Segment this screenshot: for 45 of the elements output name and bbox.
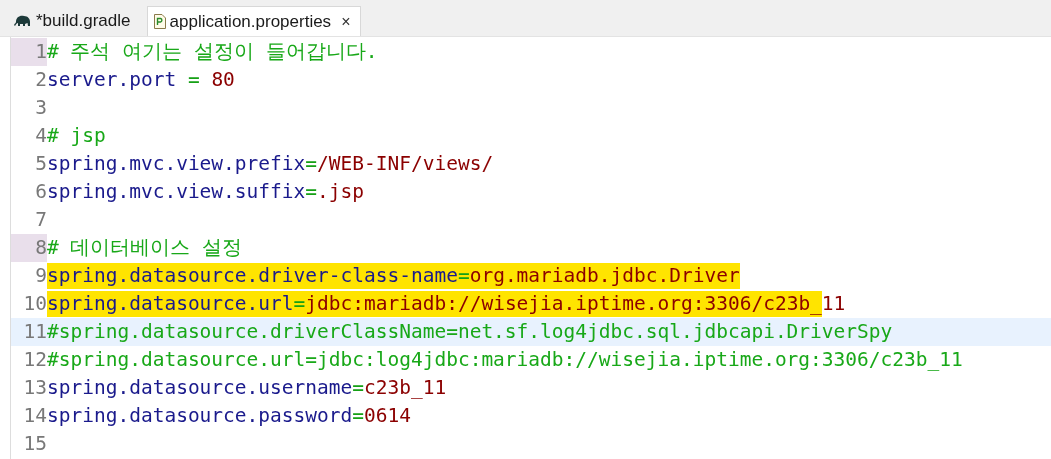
code-text: 0614 xyxy=(364,403,411,429)
code-text: # jsp xyxy=(47,123,106,149)
line-number: 5 xyxy=(34,151,47,177)
code-text: /WEB-INF/views/ xyxy=(317,151,494,177)
elephant-icon xyxy=(14,14,32,28)
code-text: spring.datasource.driver-class-name xyxy=(47,263,458,289)
code-text: spring.datasource.username xyxy=(47,375,353,401)
code-text: = xyxy=(305,151,318,177)
line-number: 12 xyxy=(22,347,47,373)
code-text: 11 xyxy=(821,291,846,317)
code-text: c23b_11 xyxy=(364,375,447,401)
line-number: 2 xyxy=(34,67,47,93)
line-number: 13 xyxy=(22,375,47,401)
line-number: 8 xyxy=(11,234,47,262)
file-icon xyxy=(153,14,166,29)
code-text: spring.mvc.view.prefix xyxy=(47,151,306,177)
code-text: jdbc:mariadb://wisejia.iptime.org:3306/c23b_ xyxy=(305,291,822,317)
code-text: = xyxy=(186,67,201,93)
code-text: .jsp xyxy=(317,179,364,205)
line-number: 14 xyxy=(22,403,47,429)
line-number: 4 xyxy=(34,123,47,149)
line-number: 3 xyxy=(34,95,47,121)
line-number: 11 xyxy=(22,319,47,345)
editor-tab[interactable]: application.properties × xyxy=(146,6,362,36)
line-number: 7 xyxy=(34,207,47,233)
close-button[interactable]: × xyxy=(341,12,351,31)
code-text: spring.datasource.password xyxy=(47,403,353,429)
line-number: 10 xyxy=(22,291,47,317)
code-text: #spring.datasource.url=jdbc:log4jdbc:mariadb://wisejia.iptime.org:3306/c23b_11 xyxy=(47,347,963,373)
editor-tab[interactable]: *build.gradle xyxy=(10,6,147,36)
code-text: spring.datasource.url xyxy=(47,291,294,317)
code-text: = xyxy=(305,179,318,205)
code-text: #spring.datasource.driverClassName=net.sf.log4jdbc.sql.jdbcapi.DriverSpy xyxy=(47,319,893,345)
code-text: # 데이터베이스 설정 xyxy=(47,235,243,261)
code-text: server.port xyxy=(47,67,177,93)
line-number: 15 xyxy=(22,431,47,457)
code-text: = xyxy=(352,403,364,429)
code-text: = xyxy=(352,375,364,401)
line-number: 1 xyxy=(11,38,47,66)
code-text: 80 xyxy=(211,67,235,93)
line-number: 6 xyxy=(34,179,47,205)
code-text: spring.mvc.view.suffix xyxy=(47,179,306,205)
line-number: 9 xyxy=(34,263,47,289)
code-text: # 주석 여기는 설정이 들어갑니다. xyxy=(47,39,378,65)
code-text: org.mariadb.jdbc.Driver xyxy=(469,263,740,289)
